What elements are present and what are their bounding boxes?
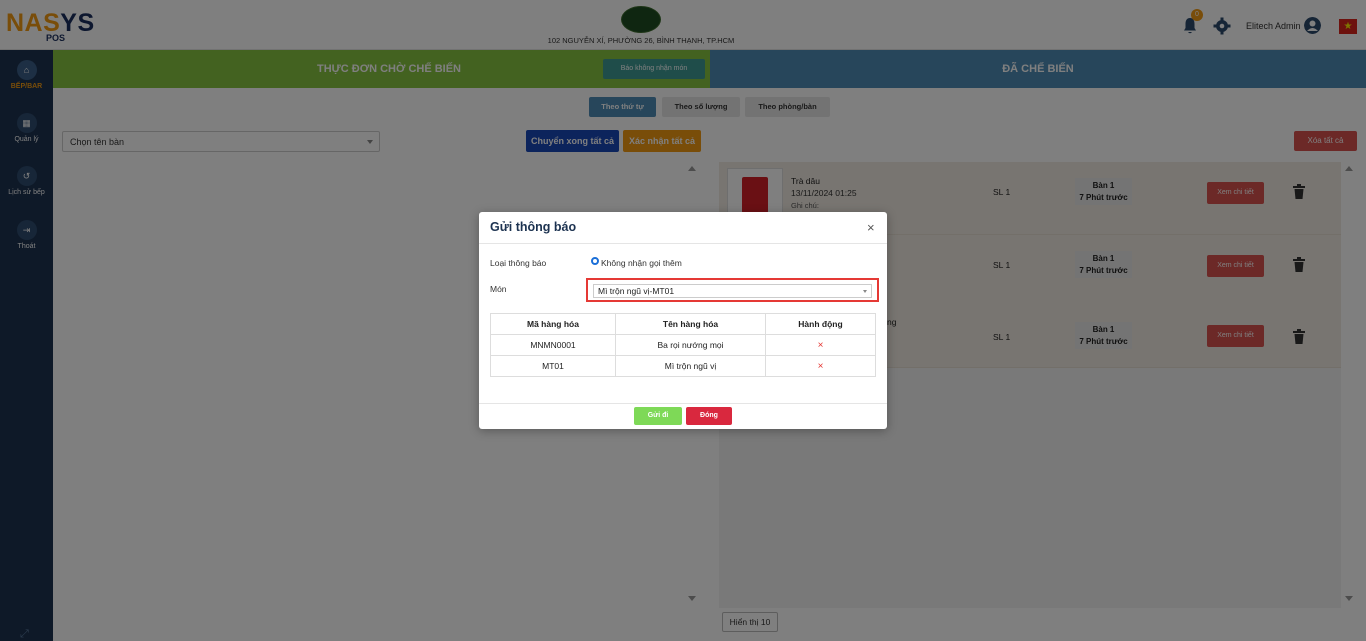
table-row: MT01 Mì trộn ngũ vị × [490, 355, 876, 377]
item-select[interactable]: Mì trộn ngũ vị-MT01 [593, 284, 872, 298]
dialog-title: Gửi thông báo [490, 220, 577, 234]
col-header-code: Mã hàng hóa [490, 313, 616, 335]
notification-type-option[interactable]: Không nhận gọi thêm [601, 258, 682, 268]
cell-code: MT01 [490, 355, 616, 377]
col-header-action: Hành động [765, 313, 876, 335]
notification-type-radio[interactable] [591, 257, 599, 265]
item-select-value: Mì trộn ngũ vị-MT01 [598, 286, 675, 296]
notification-type-label: Loại thông báo [490, 258, 547, 268]
send-button[interactable]: Gửi đi [634, 407, 682, 425]
items-table: Mã hàng hóa Tên hàng hóa Hành động MNMN0… [490, 313, 876, 377]
chevron-down-icon [863, 290, 867, 293]
cell-name: Mì trộn ngũ vị [615, 355, 766, 377]
close-button[interactable]: Đóng [686, 407, 732, 425]
cell-code: MNMN0001 [490, 334, 616, 356]
divider [479, 243, 887, 244]
close-icon[interactable]: × [867, 220, 875, 235]
table-row: MNMN0001 Ba rọi nướng mọi × [490, 334, 876, 356]
table-header-row: Mã hàng hóa Tên hàng hóa Hành động [490, 313, 876, 335]
item-select-highlight: Mì trộn ngũ vị-MT01 [586, 278, 879, 302]
col-header-name: Tên hàng hóa [615, 313, 766, 335]
remove-icon[interactable]: × [765, 334, 876, 356]
send-notification-dialog: Gửi thông báo × Loại thông báo Không nhậ… [479, 212, 887, 429]
cell-name: Ba rọi nướng mọi [615, 334, 766, 356]
item-label: Món [490, 284, 507, 294]
divider [479, 403, 887, 404]
remove-icon[interactable]: × [765, 355, 876, 377]
